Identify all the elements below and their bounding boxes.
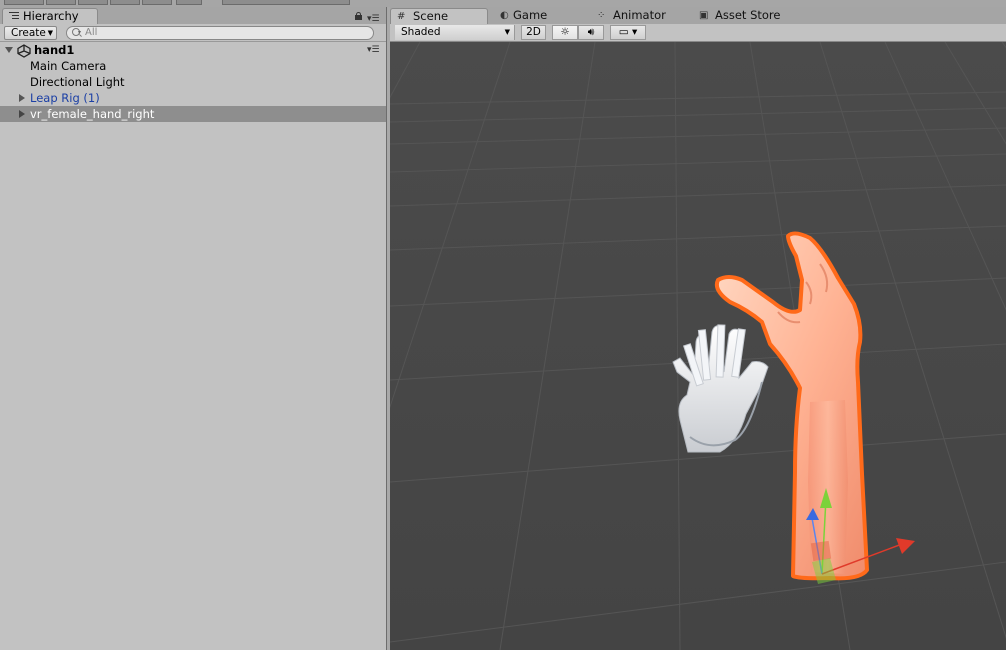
scene-panel: # Scene ◐ Game ⁘ Animator ▣ Asset Store … xyxy=(390,7,1006,650)
tab-scene[interactable]: # Scene xyxy=(390,8,488,24)
hierarchy-toolbar: Create ▼ ▾ All xyxy=(0,24,387,42)
scene-toolbar: Shaded ▼ 2D ☼ 🔊︎ ▭ ▾ xyxy=(390,24,1006,42)
speaker-icon: 🔊︎ xyxy=(587,26,595,38)
search-filter-dropdown-icon[interactable]: ▾ xyxy=(78,27,81,39)
effects-dropdown-button[interactable]: ▭ ▾ xyxy=(610,25,646,40)
scene-root-row[interactable]: hand1 ▾☰ xyxy=(0,42,387,58)
tab-animator-label: Animator xyxy=(613,8,666,22)
editor-top-strip xyxy=(0,0,1006,7)
hierarchy-item-label: Directional Light xyxy=(30,75,125,89)
tab-asset-store-label: Asset Store xyxy=(715,8,781,22)
scene-viewport[interactable] xyxy=(390,42,1006,650)
draw-mode-dropdown[interactable]: Shaded ▼ xyxy=(395,25,515,40)
animator-icon: ⁘ xyxy=(597,10,606,21)
create-dropdown-button[interactable]: Create ▼ xyxy=(4,26,57,40)
scene-render xyxy=(390,42,1006,650)
hierarchy-item-label: vr_female_hand_right xyxy=(30,107,155,121)
transform-tool-button[interactable] xyxy=(4,0,44,5)
rotate-tool-button[interactable] xyxy=(78,0,108,5)
lighting-toggle-button[interactable]: ☼ xyxy=(552,25,578,40)
hierarchy-item-label: Main Camera xyxy=(30,59,107,73)
hierarchy-item-label: Leap Rig (1) xyxy=(30,91,100,105)
scene-tab-bar: # Scene ◐ Game ⁘ Animator ▣ Asset Store xyxy=(390,7,1006,24)
center-global-button[interactable] xyxy=(222,0,350,5)
tab-hierarchy[interactable]: Hierarchy xyxy=(2,8,98,24)
audio-toggle-button[interactable]: 🔊︎ xyxy=(578,25,604,40)
tab-game[interactable]: ◐ Game xyxy=(494,8,584,24)
hierarchy-item-directional-light[interactable]: Directional Light xyxy=(0,74,386,90)
hierarchy-tab-bar: Hierarchy ▾☰ xyxy=(0,7,387,24)
draw-mode-label: Shaded xyxy=(401,26,441,38)
store-icon: ▣ xyxy=(699,10,709,21)
pacman-icon: ◐ xyxy=(500,10,509,21)
hierarchy-item-main-camera[interactable]: Main Camera xyxy=(0,58,386,74)
expand-arrow-icon[interactable] xyxy=(19,94,25,102)
scene-menu-icon[interactable]: ▾☰ xyxy=(367,45,380,55)
tab-game-label: Game xyxy=(513,8,548,22)
hierarchy-search-input[interactable]: ▾ All xyxy=(66,26,374,40)
hierarchy-panel: Hierarchy ▾☰ Create ▼ ▾ All hand1 ▾☰ Mai… xyxy=(0,7,387,650)
move-tool-button[interactable] xyxy=(46,0,76,5)
search-placeholder: All xyxy=(85,27,98,38)
toggle-2d-label: 2D xyxy=(526,26,541,38)
create-label: Create xyxy=(11,27,46,39)
expand-scene-arrow-icon[interactable] xyxy=(5,47,13,53)
tab-asset-store[interactable]: ▣ Asset Store xyxy=(693,8,803,24)
grid-icon: # xyxy=(397,11,406,22)
lock-icon[interactable] xyxy=(355,12,362,20)
hierarchy-item-vr-female-hand-right[interactable]: vr_female_hand_right xyxy=(0,106,386,122)
sun-icon: ☼ xyxy=(560,26,570,38)
hierarchy-item-leap-rig[interactable]: Leap Rig (1) xyxy=(0,90,386,106)
tab-scene-label: Scene xyxy=(413,9,449,23)
expand-arrow-icon[interactable] xyxy=(19,110,25,118)
scale-tool-button[interactable] xyxy=(110,0,140,5)
tab-animator[interactable]: ⁘ Animator xyxy=(591,8,691,24)
tab-hierarchy-label: Hierarchy xyxy=(23,9,79,23)
panel-menu-icon[interactable]: ▾☰ xyxy=(367,15,380,24)
rect-tool-button[interactable] xyxy=(142,0,172,5)
toggle-2d-button[interactable]: 2D xyxy=(521,25,546,40)
scene-name: hand1 xyxy=(34,43,75,57)
chevron-down-icon: ▼ xyxy=(504,28,510,36)
pivot-toggle-button[interactable] xyxy=(176,0,202,5)
hierarchy-list-icon xyxy=(9,12,19,21)
gizmo-xy-plane[interactable] xyxy=(810,540,832,562)
chevron-down-icon: ▼ xyxy=(47,29,53,37)
image-icon: ▭ ▾ xyxy=(618,26,638,38)
